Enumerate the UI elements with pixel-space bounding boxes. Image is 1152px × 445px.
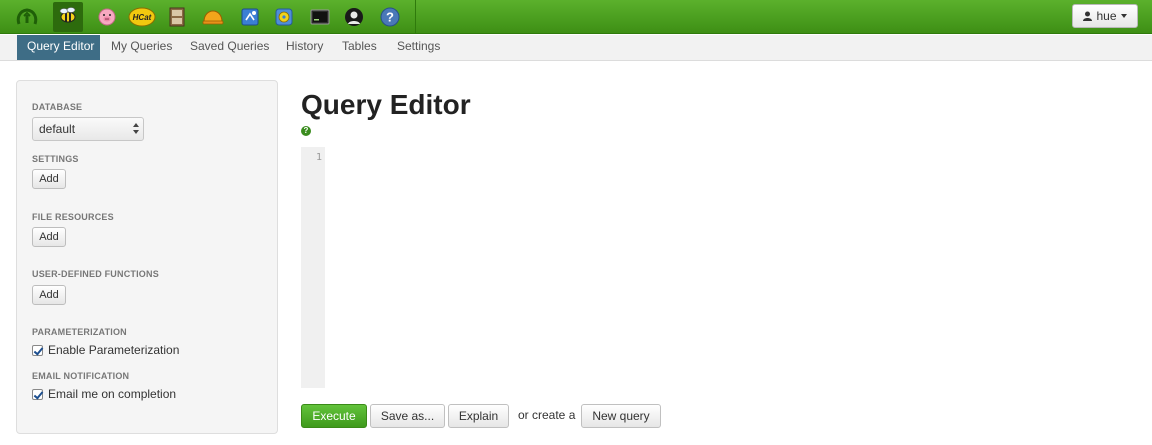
add-file-resource-button[interactable]: Add [32,227,66,247]
svg-text:?: ? [386,10,394,25]
user-name: hue [1096,9,1117,23]
select-arrows-icon [133,122,139,136]
settings-label: SETTINGS [32,154,79,164]
beeswax-icon[interactable] [53,2,83,32]
email-notification-checkbox[interactable] [32,388,43,400]
udf-label: USER-DEFINED FUNCTIONS [32,269,159,279]
top-navbar: HCat ? hue [0,0,1152,34]
line-number: 1 [315,152,322,163]
tab-settings[interactable]: Settings [387,35,450,60]
add-setting-button[interactable]: Add [32,169,66,189]
parameterization-row: Enable Parameterization [32,343,179,357]
database-select[interactable]: default [32,117,144,141]
user-icon [1083,11,1093,21]
job-designer-icon[interactable] [198,2,228,32]
new-query-button[interactable]: New query [581,404,661,428]
user-admin-icon[interactable] [339,2,369,32]
editor-gutter: 1 [301,147,325,388]
user-menu-button[interactable]: hue [1072,4,1138,28]
file-browser-icon[interactable] [162,2,192,32]
tab-my-queries[interactable]: My Queries [101,35,182,60]
oozie-icon[interactable] [269,2,299,32]
hcat-text: HCat [133,13,152,22]
hcatalog-icon[interactable]: HCat [127,2,157,32]
email-notification-label: EMAIL NOTIFICATION [32,371,130,381]
parameterization-checkbox[interactable] [32,344,43,356]
parameterization-checkbox-label[interactable]: Enable Parameterization [48,343,179,357]
execute-button[interactable]: Execute [301,404,367,428]
question-help-icon[interactable]: ? [301,126,311,136]
or-create-text: or create a [518,408,576,422]
save-as-button[interactable]: Save as... [370,404,445,428]
explain-button[interactable]: Explain [448,404,509,428]
parameterization-label: PARAMETERIZATION [32,327,127,337]
tab-saved-queries[interactable]: Saved Queries [180,35,279,60]
database-label: DATABASE [32,102,83,112]
topbar-divider [415,0,416,34]
page-title: Query Editor [301,89,471,120]
query-editor-textarea[interactable]: 1 [301,147,1152,388]
shell-icon[interactable] [305,2,335,32]
add-udf-button[interactable]: Add [32,285,66,305]
database-select-value: default [39,122,76,136]
help-icon[interactable]: ? [375,2,405,32]
tab-query-editor[interactable]: Query Editor [17,35,100,60]
hue-logo-icon[interactable] [12,2,42,32]
settings-sidebar: DATABASE default SETTINGS Add FILE RESOU… [16,80,278,434]
sub-navbar: Query Editor My Queries Saved Queries Hi… [0,35,1152,61]
chevron-down-icon [1120,14,1127,18]
tab-tables[interactable]: Tables [332,35,387,60]
email-notification-checkbox-label[interactable]: Email me on completion [48,387,176,401]
pig-icon[interactable] [92,2,122,32]
email-notification-row: Email me on completion [32,387,176,401]
job-browser-icon[interactable] [235,2,265,32]
file-resources-label: FILE RESOURCES [32,212,114,222]
tab-history[interactable]: History [276,35,333,60]
